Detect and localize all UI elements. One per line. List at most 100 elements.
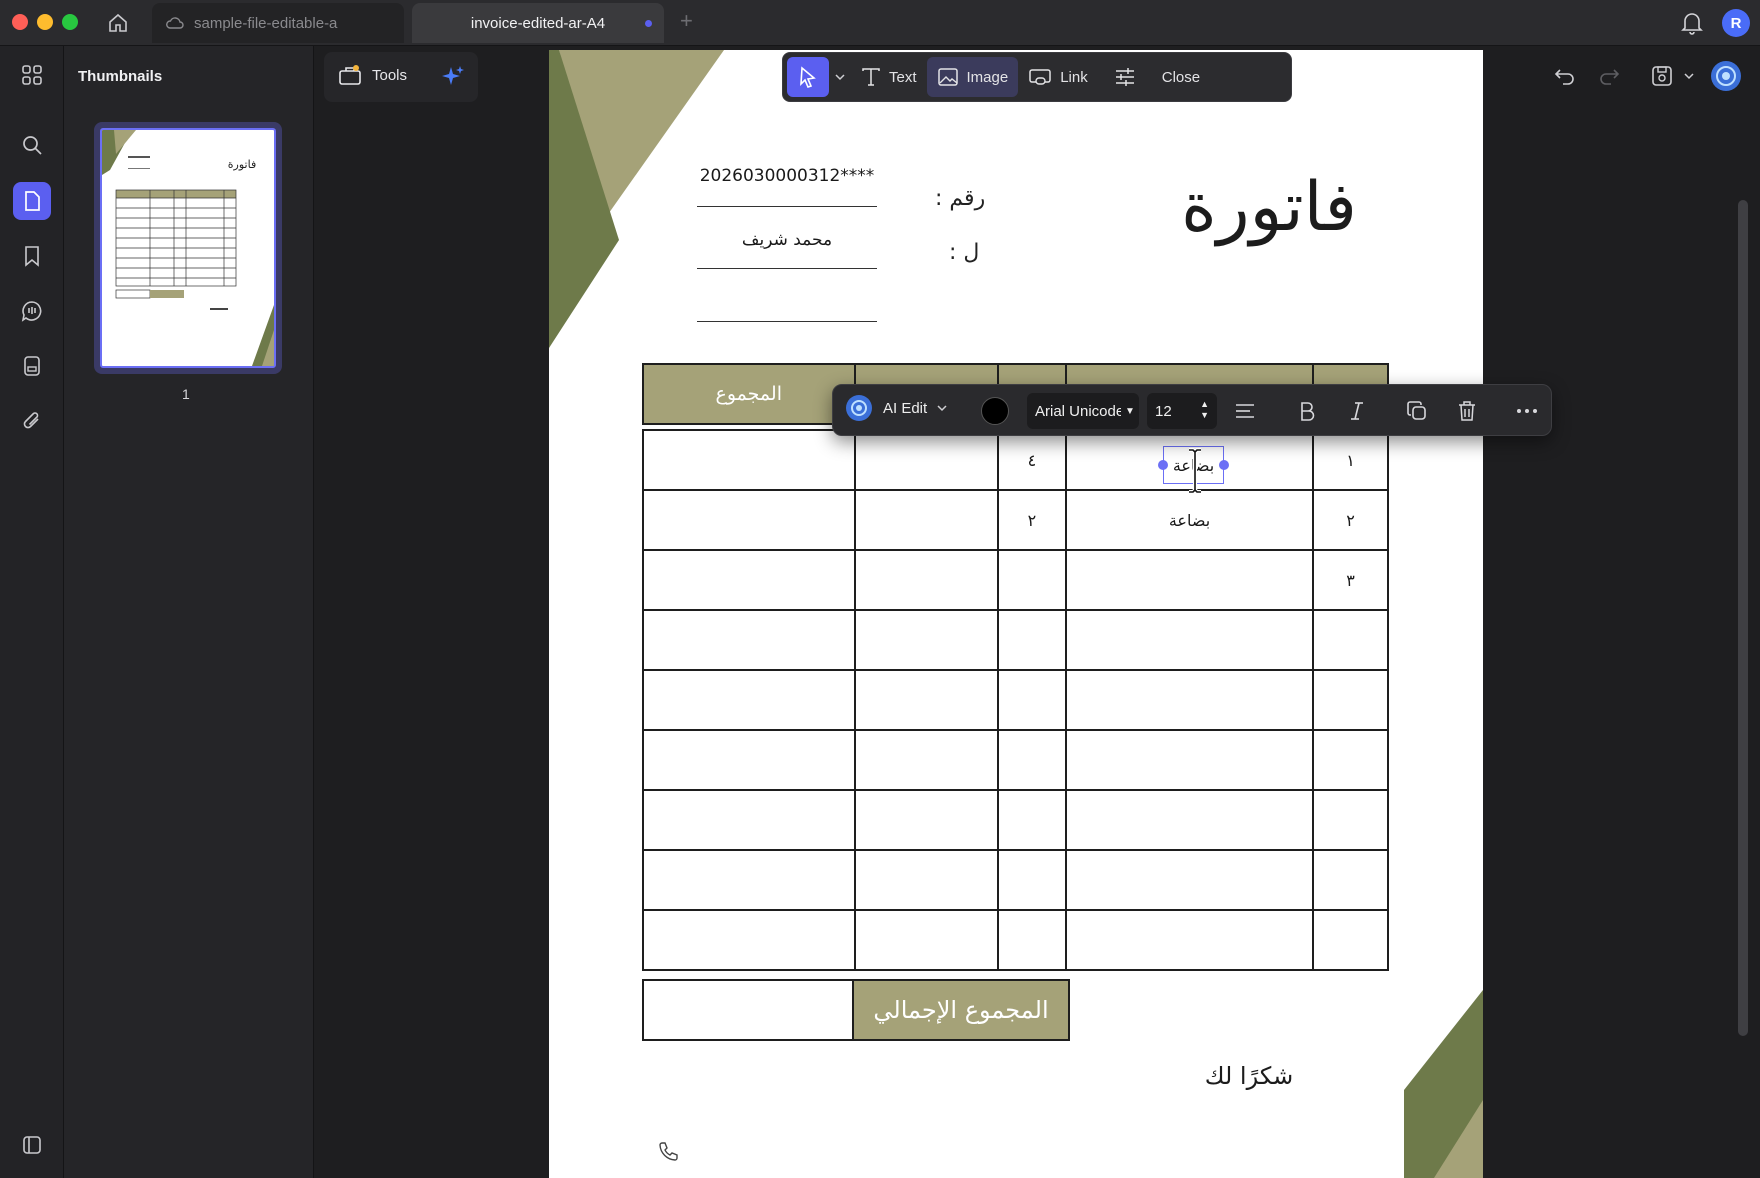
- link-icon: [1029, 69, 1051, 85]
- edit-toolbar: Text Image Link Close: [782, 52, 1292, 102]
- tab-sample-file[interactable]: sample-file-editable-a: [152, 3, 404, 43]
- text-format-bar: AI Edit Arial Unicode ▼ 12 ▲ ▼: [832, 384, 1552, 436]
- properties-button[interactable]: [1098, 57, 1152, 97]
- tools-area: Tools: [324, 52, 478, 102]
- home-icon[interactable]: [104, 10, 132, 36]
- font-family-select[interactable]: Arial Unicode ▼: [1027, 393, 1139, 429]
- unsaved-dot: [645, 20, 652, 27]
- thumbnails-panel: Thumbnails فاتورة 1: [64, 46, 314, 1178]
- image-tool-label: Image: [966, 68, 1009, 86]
- resize-handle-left[interactable]: [1158, 460, 1168, 470]
- ai-edit-icon: [846, 395, 872, 421]
- ai-sparkle-icon[interactable]: [440, 64, 466, 95]
- cell-total: [642, 429, 856, 491]
- align-icon[interactable]: [1231, 397, 1259, 425]
- duplicate-icon[interactable]: [1403, 397, 1431, 425]
- cell-qty: ٤: [997, 429, 1067, 491]
- grand-total-label: المجموع الإجمالي: [854, 979, 1070, 1041]
- cloud-icon: [166, 17, 184, 29]
- page-thumbnail[interactable]: فاتورة: [94, 122, 282, 374]
- customer-name-value: محمد شريف: [741, 230, 833, 250]
- link-tool-label: Link: [1060, 68, 1088, 86]
- table-row: [642, 669, 1389, 731]
- grid-icon[interactable]: [13, 56, 51, 94]
- image-tool-button[interactable]: Image: [926, 57, 1019, 97]
- font-size-stepper[interactable]: 12 ▲ ▼: [1147, 393, 1217, 429]
- attachment-icon[interactable]: [13, 402, 51, 440]
- bold-icon[interactable]: [1293, 397, 1321, 425]
- tab-label: sample-file-editable-a: [194, 14, 338, 32]
- undo-icon[interactable]: [1554, 66, 1576, 86]
- page-number: 1: [182, 386, 190, 402]
- font-size-value: 12: [1155, 402, 1172, 420]
- cell-price: [853, 549, 1000, 611]
- italic-icon[interactable]: [1343, 397, 1371, 425]
- table-row: [642, 609, 1389, 671]
- sidebar-toggle-icon[interactable]: [13, 1126, 51, 1164]
- cell-qty: ٢: [997, 489, 1067, 551]
- document-page[interactable]: فاتورة 2026030000312**** رقم : محمد شريف…: [549, 50, 1483, 1178]
- ai-edit-label: AI Edit: [883, 399, 928, 417]
- bell-icon[interactable]: [1680, 10, 1704, 36]
- header-total: المجموع: [642, 363, 856, 425]
- customer-label: ل :: [949, 240, 980, 265]
- bookmark-icon[interactable]: [13, 237, 51, 275]
- sliders-icon: [1115, 68, 1134, 86]
- toolbox-icon: [339, 65, 361, 85]
- resize-handle-right[interactable]: [1219, 460, 1229, 470]
- cell-item: بضاعة: [1064, 489, 1315, 551]
- user-avatar[interactable]: R: [1722, 9, 1750, 37]
- cell-item: [1064, 549, 1315, 611]
- left-icon-rail: [0, 46, 64, 1178]
- cell-price: [853, 489, 1000, 551]
- extra-underline: [697, 321, 877, 322]
- tab-label: invoice-edited-ar-A4: [470, 14, 606, 32]
- comment-icon[interactable]: [13, 292, 51, 330]
- minimize-window-button[interactable]: [37, 14, 53, 30]
- cell-total: [642, 549, 856, 611]
- redo-icon[interactable]: [1598, 66, 1620, 86]
- chevron-down-icon: [835, 74, 845, 81]
- svg-text:فاتورة: فاتورة: [228, 158, 256, 171]
- new-tab-button[interactable]: +: [680, 8, 693, 34]
- thumbnails-title: Thumbnails: [78, 68, 163, 85]
- stepper-arrows-icon[interactable]: ▲ ▼: [1200, 399, 1209, 421]
- font-family-value: Arial Unicode: [1035, 402, 1121, 420]
- text-color-swatch[interactable]: [981, 397, 1009, 425]
- cursor-arrow-icon: [800, 66, 816, 88]
- customer-underline: [697, 268, 877, 269]
- vertical-scrollbar[interactable]: [1738, 200, 1748, 1036]
- grand-total-row: المجموع الإجمالي: [642, 979, 1070, 1041]
- save-icon[interactable]: [1650, 64, 1674, 88]
- table-row: [642, 729, 1389, 791]
- link-tool-button[interactable]: Link: [1018, 57, 1098, 97]
- chevron-down-icon[interactable]: [1684, 72, 1694, 80]
- text-tool-label: Text: [889, 68, 917, 86]
- table-row: [642, 789, 1389, 851]
- grand-total-value: [642, 979, 854, 1041]
- ai-edit-button[interactable]: AI Edit: [845, 394, 947, 422]
- table-row: [642, 849, 1389, 911]
- tab-invoice[interactable]: invoice-edited-ar-A4: [412, 3, 664, 43]
- invoice-number-label: رقم :: [935, 186, 986, 211]
- text-tool-button[interactable]: Text: [851, 57, 927, 97]
- more-options-icon[interactable]: [1513, 397, 1541, 425]
- select-tool-dropdown[interactable]: [829, 57, 851, 97]
- select-tool-button[interactable]: [787, 57, 829, 97]
- right-toolbar: [1540, 52, 1750, 102]
- close-edit-button[interactable]: Close: [1152, 57, 1210, 97]
- number-underline: [697, 206, 877, 207]
- maximize-window-button[interactable]: [62, 14, 78, 30]
- search-icon[interactable]: [13, 126, 51, 164]
- caret-down-icon: ▼: [1125, 405, 1135, 417]
- form-icon[interactable]: [13, 347, 51, 385]
- close-window-button[interactable]: [12, 14, 28, 30]
- cell-qty: [997, 549, 1067, 611]
- delete-icon[interactable]: [1453, 397, 1481, 425]
- table-row: ٣: [642, 549, 1389, 611]
- table-row: [642, 909, 1389, 971]
- ai-assistant-icon[interactable]: [1710, 60, 1742, 92]
- tools-button[interactable]: Tools: [338, 64, 407, 86]
- text-cursor-icon: [1189, 448, 1201, 494]
- pages-icon[interactable]: [13, 182, 51, 220]
